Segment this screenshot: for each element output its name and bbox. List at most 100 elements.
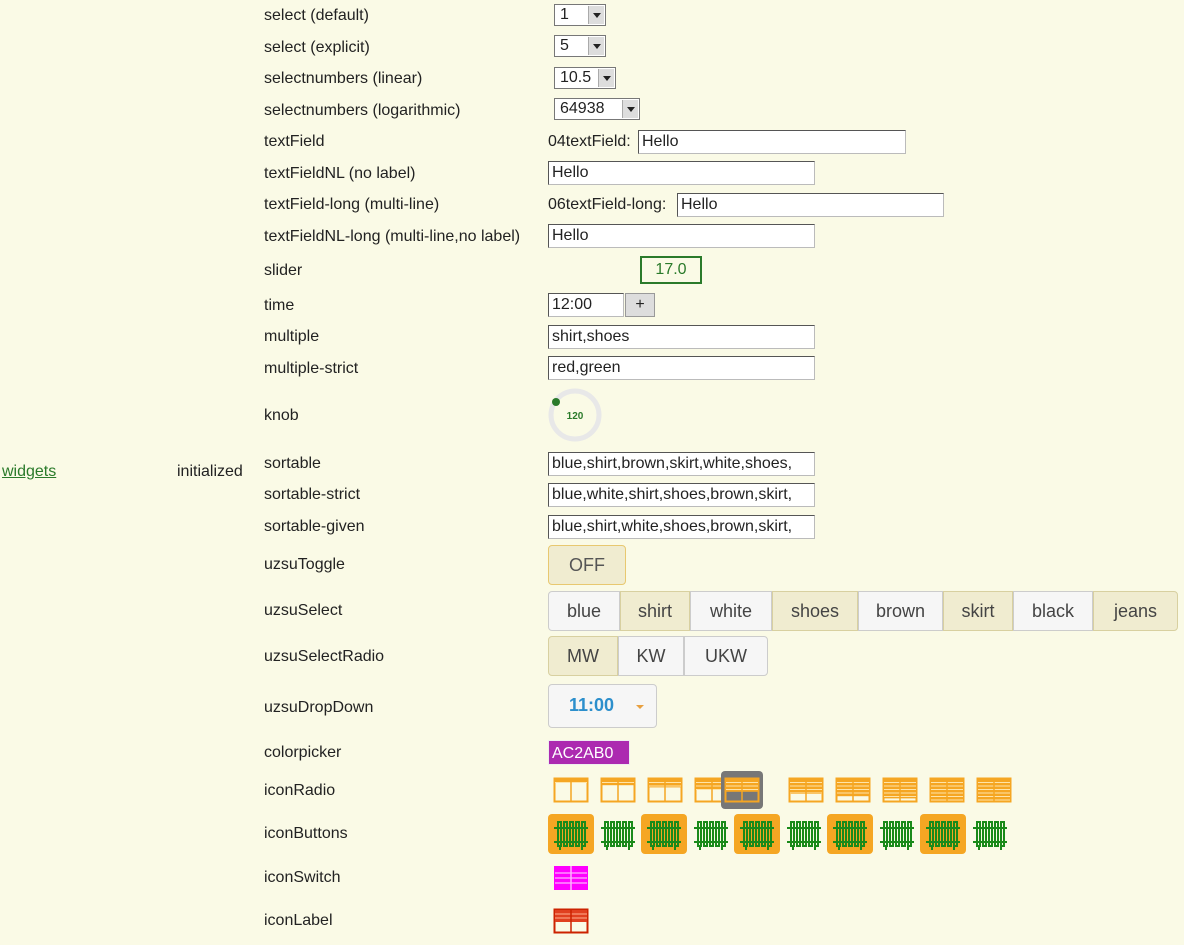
iconbutton[interactable] bbox=[827, 814, 873, 854]
label-uzsuselectradio: uzsuSelectRadio bbox=[264, 648, 385, 665]
status-text: initialized bbox=[177, 463, 243, 480]
iconradio-option[interactable] bbox=[721, 771, 763, 809]
textfieldnl-long-input[interactable]: Hello bbox=[548, 224, 815, 248]
textfield-long-input[interactable]: Hello bbox=[677, 193, 944, 217]
radiator-icon bbox=[601, 821, 635, 850]
radiator-icon bbox=[926, 821, 960, 850]
label-textfieldnl: textFieldNL (no label) bbox=[264, 165, 416, 182]
radiator-icon bbox=[740, 821, 774, 850]
label-textfield: textField bbox=[264, 133, 325, 150]
label-iconbuttons: iconButtons bbox=[264, 825, 348, 842]
label-uzsudropdown: uzsuDropDown bbox=[264, 699, 374, 716]
radiator-icon bbox=[647, 821, 681, 850]
iconbutton[interactable] bbox=[688, 814, 734, 854]
widgets-link[interactable]: widgets bbox=[2, 463, 56, 481]
uzsu-select-black[interactable]: black bbox=[1013, 591, 1093, 631]
radiator-icon bbox=[880, 821, 914, 850]
shutter-icon bbox=[554, 866, 588, 890]
uzsu-radio-ukw[interactable]: UKW bbox=[684, 636, 768, 676]
multiple-strict-input[interactable]: red,green bbox=[548, 356, 815, 380]
iconradio-option[interactable] bbox=[835, 776, 871, 804]
select-explicit[interactable]: 5 bbox=[554, 35, 606, 57]
label-slider: slider bbox=[264, 262, 303, 279]
window-shutter-icon bbox=[835, 777, 871, 803]
label-selectnumbers-linear: selectnumbers (linear) bbox=[264, 70, 423, 87]
radiator-icon bbox=[787, 821, 821, 850]
iconbutton[interactable] bbox=[967, 814, 1013, 854]
label-iconswitch: iconSwitch bbox=[264, 869, 341, 886]
label-uzsuselect: uzsuSelect bbox=[264, 602, 343, 619]
label-textfieldnl-long: textFieldNL-long (multi-line,no label) bbox=[264, 228, 521, 245]
chevron-down-icon bbox=[598, 69, 614, 87]
iconradio-option[interactable] bbox=[553, 776, 589, 804]
iconbutton[interactable] bbox=[734, 814, 780, 854]
sortable-given-input[interactable]: blue,shirt,white,shoes,brown,skirt, bbox=[548, 515, 815, 539]
window-shutter-icon bbox=[647, 777, 683, 803]
time-input[interactable]: 12:00 bbox=[548, 293, 624, 317]
uzsu-dropdown[interactable]: 11:00 bbox=[548, 684, 657, 728]
iconradio-option[interactable] bbox=[647, 776, 683, 804]
sortable-strict-input[interactable]: blue,white,shirt,shoes,brown,skirt, bbox=[548, 483, 815, 507]
iconswitch-button[interactable] bbox=[553, 864, 589, 892]
radiator-icon bbox=[554, 821, 588, 850]
iconbutton[interactable] bbox=[920, 814, 966, 854]
uzsu-radio-mw[interactable]: MW bbox=[548, 636, 618, 676]
label-sortable-given: sortable-given bbox=[264, 518, 365, 535]
window-shutter-icon bbox=[788, 777, 824, 803]
uzsu-radio-kw[interactable]: KW bbox=[618, 636, 684, 676]
colorpicker-swatch[interactable]: AC2AB0 bbox=[548, 740, 630, 765]
iconradio-option[interactable] bbox=[788, 776, 824, 804]
shutter-icon bbox=[553, 908, 589, 934]
select-default[interactable]: 1 bbox=[554, 4, 606, 26]
iconbutton[interactable] bbox=[595, 814, 641, 854]
multiple-input[interactable]: shirt,shoes bbox=[548, 325, 815, 349]
window-shutter-icon bbox=[600, 777, 636, 803]
knob-control[interactable]: 120 bbox=[548, 388, 602, 442]
uzsu-select-jeans[interactable]: jeans bbox=[1093, 591, 1178, 631]
selectnumbers-log[interactable]: 64938 bbox=[554, 98, 640, 120]
iconradio-option[interactable] bbox=[600, 776, 636, 804]
selectnumbers-log-value: 64938 bbox=[560, 100, 605, 117]
radiator-icon bbox=[694, 821, 728, 850]
iconradio-option[interactable] bbox=[976, 776, 1012, 804]
sortable-input[interactable]: blue,shirt,brown,skirt,white,shoes, bbox=[548, 452, 815, 476]
iconbutton[interactable] bbox=[641, 814, 687, 854]
selectnumbers-linear-value: 10.5 bbox=[560, 69, 592, 86]
uzsu-select-blue[interactable]: blue bbox=[548, 591, 620, 631]
label-colorpicker: colorpicker bbox=[264, 744, 342, 761]
chevron-down-icon bbox=[588, 37, 604, 55]
label-sortable-strict: sortable-strict bbox=[264, 486, 361, 503]
uzsu-select-brown[interactable]: brown bbox=[858, 591, 943, 631]
uzsu-select-shirt[interactable]: shirt bbox=[620, 591, 690, 631]
label-select-default: select (default) bbox=[264, 7, 369, 24]
label-uzsutoggle: uzsuToggle bbox=[264, 556, 345, 573]
select-default-value: 1 bbox=[560, 6, 569, 23]
iconbutton[interactable] bbox=[874, 814, 920, 854]
label-iconlabel: iconLabel bbox=[264, 912, 333, 929]
chevron-down-icon bbox=[622, 100, 638, 118]
label-iconradio: iconRadio bbox=[264, 782, 336, 799]
textfieldnl-input[interactable]: Hello bbox=[548, 161, 815, 185]
knob-value: 120 bbox=[567, 411, 584, 422]
caret-down-icon bbox=[636, 705, 644, 709]
slider-value[interactable]: 17.0 bbox=[640, 256, 702, 284]
uzsu-toggle-button[interactable]: OFF bbox=[548, 545, 626, 585]
knob-dial-icon: 120 bbox=[548, 388, 602, 442]
uzsu-select-skirt[interactable]: skirt bbox=[943, 591, 1013, 631]
uzsu-select-shoes[interactable]: shoes bbox=[772, 591, 858, 631]
iconbutton[interactable] bbox=[548, 814, 594, 854]
textfield-prefix: 04textField: bbox=[548, 133, 631, 150]
textfield-input[interactable]: Hello bbox=[638, 130, 906, 154]
time-plus-button[interactable]: + bbox=[625, 293, 655, 317]
label-textfield-long: textField-long (multi-line) bbox=[264, 196, 440, 213]
uzsu-select-white[interactable]: white bbox=[690, 591, 772, 631]
iconbutton[interactable] bbox=[781, 814, 827, 854]
iconradio-option[interactable] bbox=[929, 776, 965, 804]
selectnumbers-linear[interactable]: 10.5 bbox=[554, 67, 616, 89]
label-selectnumbers-log: selectnumbers (logarithmic) bbox=[264, 102, 461, 119]
label-sortable: sortable bbox=[264, 455, 321, 472]
chevron-down-icon bbox=[588, 6, 604, 24]
uzsu-dropdown-value: 11:00 bbox=[569, 695, 615, 715]
iconradio-option[interactable] bbox=[882, 776, 918, 804]
window-shutter-icon bbox=[976, 777, 1012, 803]
